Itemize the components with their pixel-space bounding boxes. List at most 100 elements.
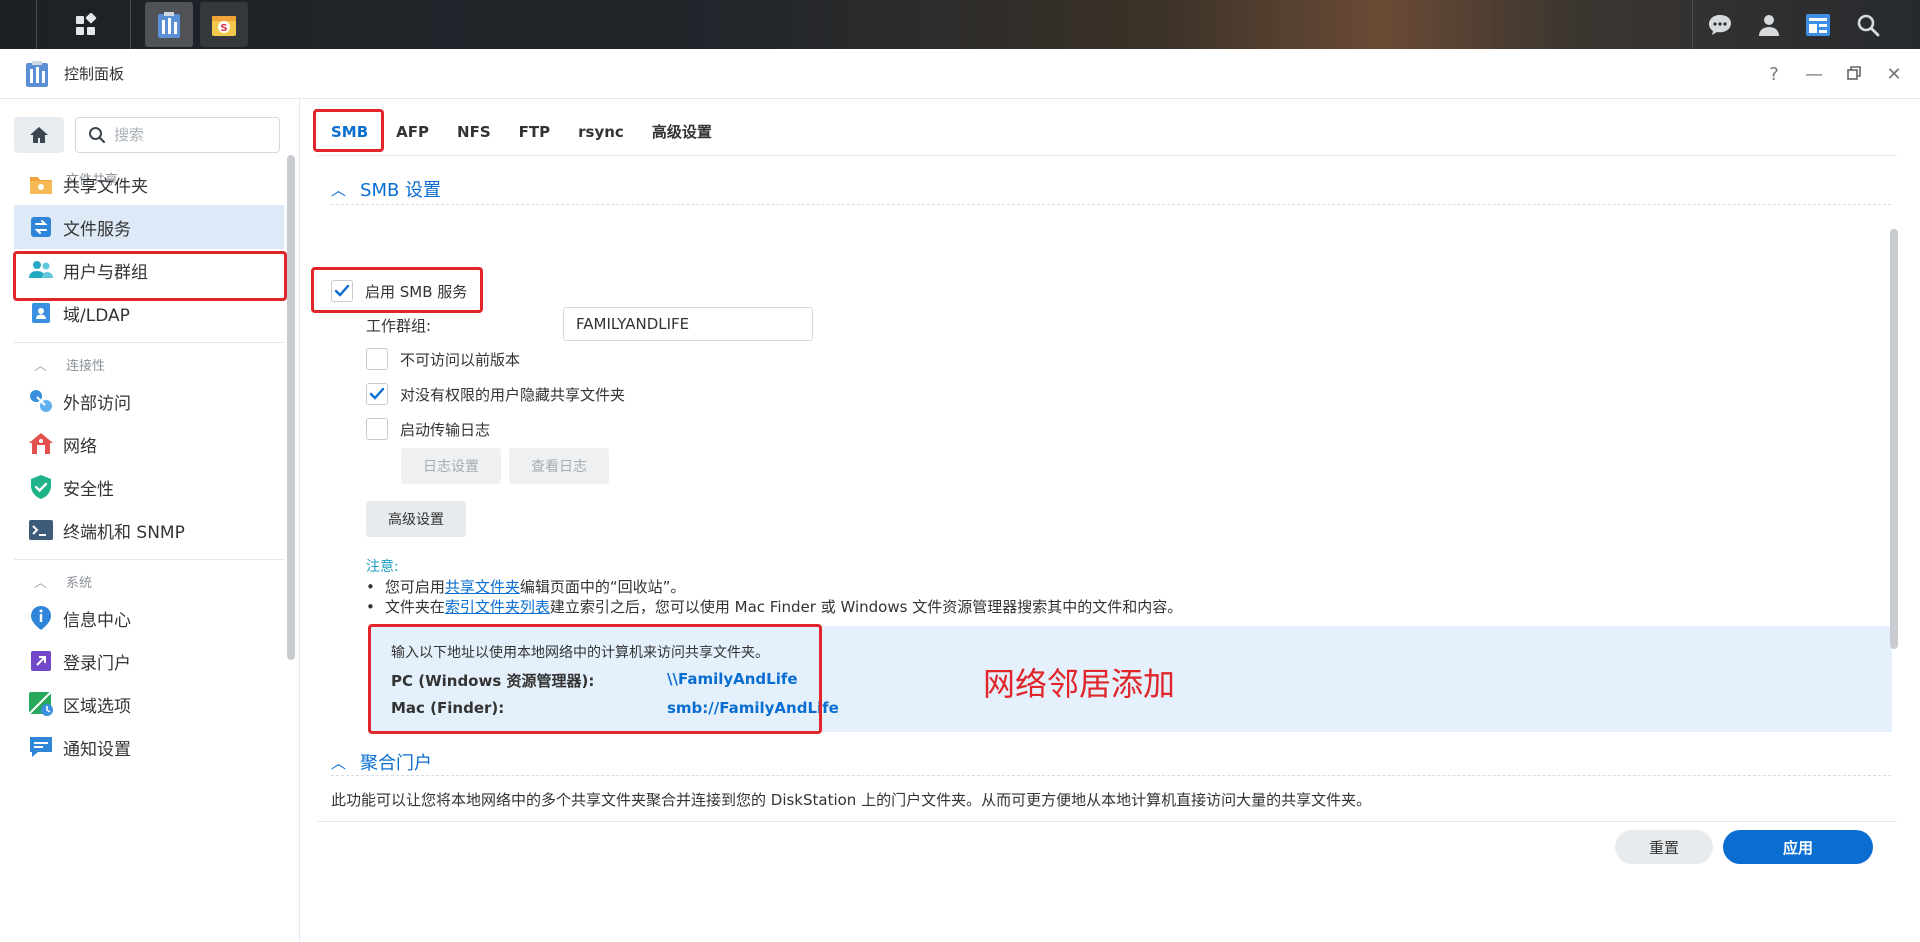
footer-divider [317,821,1897,822]
advanced-settings-button[interactable]: 高级设置 [366,501,466,537]
reset-button[interactable]: 重置 [1615,830,1713,864]
aggregation-description: 此功能可以让您将本地网络中的多个共享文件夹聚合并连接到您的 DiskStatio… [331,791,1372,809]
home-button[interactable] [14,117,64,153]
transfer-log-checkbox[interactable] [366,418,388,440]
transfer-log-option[interactable]: 启动传输日志 [366,418,490,440]
index-folder-list-link[interactable]: 索引文件夹列表 [445,596,550,617]
mac-address-value: smb://FamilyAndLife [667,699,839,717]
section-divider [14,342,284,343]
checkmark-icon [334,284,350,297]
prev-versions-checkbox[interactable] [366,348,388,370]
sidebar-item-network[interactable]: 网络 [14,422,284,466]
regional-options-icon [28,691,54,717]
domain-ldap-icon [28,300,54,326]
view-log-button[interactable]: 查看日志 [509,448,609,484]
hide-shares-option[interactable]: 对没有权限的用户隐藏共享文件夹 [366,383,625,405]
notes-title: 注意: [366,559,399,575]
pc-address-value: \\FamilyAndLife [667,670,798,688]
info-icon [28,605,54,631]
hide-shares-checkbox[interactable] [366,383,388,405]
enable-smb-checkbox[interactable] [331,280,353,302]
tab-afp[interactable]: AFP [382,114,443,150]
tab-nfs[interactable]: NFS [443,114,505,150]
tab-rsync[interactable]: rsync [564,114,638,150]
pc-address-label: PC (Windows 资源管理器): [391,672,595,690]
folder-icon [28,171,54,197]
sidebar-scrollbar[interactable] [287,155,295,660]
sidebar-item-notification-settings[interactable]: 通知设置 [14,725,284,769]
section-divider [331,775,1891,776]
widgets-icon[interactable] [1800,0,1836,49]
sidebar-item-login-portal[interactable]: 登录门户 [14,639,284,683]
shield-icon [28,474,54,500]
section-header-system[interactable]: ︿ 系统 [34,572,92,591]
tab-divider [317,155,1897,156]
annotation-text: 网络邻居添加 [983,665,1176,703]
terminal-icon [28,517,54,543]
taskbar-separator [130,0,131,49]
shared-folder-link[interactable]: 共享文件夹 [445,576,520,597]
help-icon[interactable]: ? [1754,64,1794,85]
restore-icon[interactable] [1834,64,1874,85]
svg-text:S: S [220,23,227,34]
log-settings-button[interactable]: 日志设置 [401,448,501,484]
control-panel-taskbar-icon[interactable] [145,2,193,47]
home-icon [30,127,48,143]
aggregation-section-header[interactable]: ︿ 聚合门户 [331,749,432,775]
mac-address-label: Mac (Finder): [391,699,505,717]
window-title: 控制面板 [64,65,125,83]
tab-ftp[interactable]: FTP [505,114,564,150]
prev-versions-option[interactable]: 不可访问以前版本 [366,348,520,370]
section-header-connectivity[interactable]: ︿ 连接性 [34,355,105,374]
sidebar-item-users-groups[interactable]: 用户与群组 [14,248,284,292]
tab-smb[interactable]: SMB [317,114,382,150]
taskbar-separator [1692,0,1693,49]
main-content: SMB AFP NFS FTP rsync 高级设置 ︿ SMB 设置 启用 S… [301,99,1920,942]
address-intro: 输入以下地址以使用本地网络中的计算机来访问共享文件夹。 [391,645,769,661]
search-icon [89,127,106,144]
sidebar-item-terminal-snmp[interactable]: 终端机和 SNMP [14,508,284,552]
checkmark-icon [369,387,385,400]
sidebar-item-shared-folder[interactable]: 共享文件夹 [14,162,284,206]
search-input[interactable] [114,126,264,144]
tab-advanced[interactable]: 高级设置 [638,114,726,150]
minimize-icon[interactable]: — [1794,64,1834,85]
content-scrollbar[interactable] [1890,229,1898,649]
sidebar: ︿ 文件共享 共享文件夹 文件服务 用户与群组 域/LDAP ︿ 连接性 外部访 [0,99,300,942]
control-panel-icon [26,60,48,87]
apply-button[interactable]: 应用 [1723,830,1873,864]
note-item: • 您可启用 共享文件夹 编辑页面中的“回收站”。 [366,576,686,597]
sidebar-item-security[interactable]: 安全性 [14,465,284,509]
enable-smb-option[interactable]: 启用 SMB 服务 [331,280,467,302]
taskbar: S [0,0,1920,49]
sidebar-item-regional-options[interactable]: 区域选项 [14,682,284,726]
sidebar-item-domain-ldap[interactable]: 域/LDAP [14,291,284,335]
chevron-up-icon: ︿ [331,180,347,199]
sidebar-item-info-center[interactable]: 信息中心 [14,596,284,640]
main-menu-icon[interactable] [64,0,108,49]
workgroup-label: 工作群组: [366,317,432,335]
search-icon[interactable] [1850,0,1886,49]
sidebar-item-file-services[interactable]: 文件服务 [14,205,284,249]
note-item: • 文件夹在 索引文件夹列表 建立索引之后，您可以使用 Mac Finder 或… [366,596,1183,617]
window-controls: ? — ✕ [1754,49,1920,99]
user-icon[interactable] [1751,0,1787,49]
tab-bar: SMB AFP NFS FTP rsync 高级设置 [317,114,726,150]
users-icon [28,257,54,283]
window-titlebar: 控制面板 ? — ✕ [0,49,1920,99]
taskbar-separator [36,0,37,49]
close-icon[interactable]: ✕ [1874,64,1914,85]
section-divider [331,204,1891,205]
smb-section-header[interactable]: ︿ SMB 设置 [331,176,441,202]
chat-icon[interactable] [1702,0,1738,49]
chevron-up-icon: ︿ [34,576,48,591]
external-access-icon [28,388,54,414]
notification-icon [28,734,54,760]
package-center-taskbar-icon[interactable]: S [200,2,248,47]
sidebar-item-external-access[interactable]: 外部访问 [14,379,284,423]
chevron-up-icon: ︿ [34,359,48,374]
file-services-icon [28,214,54,240]
workgroup-input[interactable] [563,307,813,341]
login-portal-icon [28,648,54,674]
sidebar-search[interactable] [75,117,280,153]
